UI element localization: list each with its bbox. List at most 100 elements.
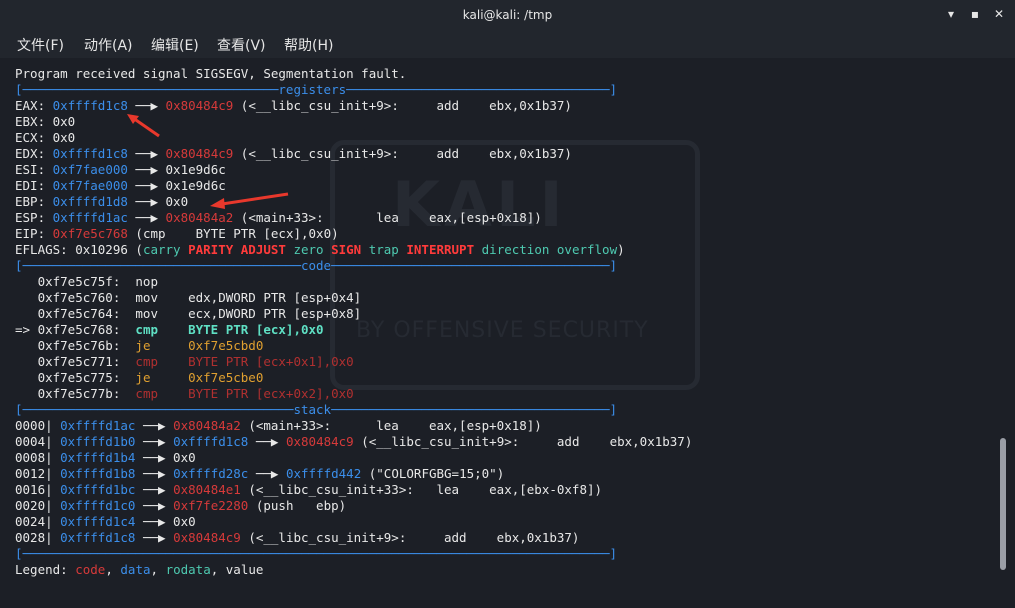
- terminal-line: EBX: 0x0: [15, 114, 75, 130]
- terminal-segment: ──▶: [127, 210, 166, 225]
- terminal-segment: 0xffffd1c8: [52, 146, 128, 161]
- terminal-segment: 0020|: [15, 498, 61, 513]
- terminal-segment: [─────────────────────────────────────co…: [15, 258, 618, 273]
- terminal-scrollbar[interactable]: [1000, 438, 1006, 570]
- terminal-segment: 0xf7e5c77b:: [15, 386, 136, 401]
- terminal-segment: ──▶: [248, 466, 286, 481]
- terminal-segment: code: [75, 562, 106, 577]
- terminal-segment: ──▶: [135, 418, 174, 433]
- menu-view[interactable]: 查看(V): [217, 35, 266, 55]
- terminal-segment: PARITY ADJUST: [188, 242, 294, 257]
- terminal-segment: EFLAGS: 0x10296 (: [15, 242, 143, 257]
- terminal-segment: direction overflow: [481, 242, 618, 257]
- terminal-line: ESP: 0xffffd1ac ──▶ 0x80484a2 (<main+33>…: [15, 210, 542, 226]
- terminal-segment: ──▶ 0x0: [135, 514, 196, 529]
- terminal-line: EDI: 0xf7fae000 ──▶ 0x1e9d6c: [15, 178, 226, 194]
- terminal-segment: (<main+33>: lea eax,[esp+0x18]): [233, 210, 542, 225]
- menu-actions[interactable]: 动作(A): [84, 35, 133, 55]
- terminal-segment: 0x80484c9: [165, 146, 234, 161]
- terminal-segment: ──▶: [135, 466, 174, 481]
- terminal-segment: 0xf7e5c771:: [15, 354, 136, 369]
- terminal-segment: 0xf7e5c75f: nop: [15, 274, 158, 289]
- terminal-line: EBP: 0xffffd1d8 ──▶ 0x0: [15, 194, 188, 210]
- terminal-line: 0xf7e5c764: mov ecx,DWORD PTR [esp+0x8]: [15, 306, 362, 322]
- terminal-segment: (<__libc_csu_init+9>: add ebx,0x1b37): [353, 434, 693, 449]
- terminal-segment: 0xffffd1ac: [52, 210, 128, 225]
- terminal-segment: 0xffffd1c8: [60, 530, 136, 545]
- terminal-segment: ──▶ 0x1e9d6c: [127, 162, 226, 177]
- maximize-icon[interactable]: ▪: [967, 6, 983, 22]
- terminal-segment: 0012|: [15, 466, 61, 481]
- terminal-segment: (<__libc_csu_init+9>: add ebx,0x1b37): [233, 146, 572, 161]
- terminal-segment: rodata: [165, 562, 211, 577]
- terminal-segment: 0xf7e5c764: mov ecx,DWORD PTR [esp+0x8]: [15, 306, 362, 321]
- terminal-segment: data: [120, 562, 151, 577]
- menu-file[interactable]: 文件(F): [17, 35, 64, 55]
- terminal-line: [─────────────────────────────────────co…: [15, 258, 617, 274]
- terminal-segment: zero: [293, 242, 332, 257]
- watermark-logo-text: KALI: [392, 168, 567, 241]
- terminal-segment: => 0xf7e5c768:: [15, 322, 136, 337]
- terminal-segment: 0xf7fae000: [52, 178, 128, 193]
- terminal-segment: cmp BYTE PTR [ecx],0x0: [135, 322, 324, 337]
- terminal-line: 0xf7e5c775: je 0xf7e5cbe0: [15, 370, 264, 386]
- window-title: kali@kali: /tmp: [462, 8, 553, 22]
- menu-edit[interactable]: 编辑(E): [151, 35, 199, 55]
- terminal-segment: ("COLORFGBG=15;0"): [361, 466, 505, 481]
- terminal-segment: 0000|: [15, 418, 61, 433]
- terminal-segment: 0x80484c9: [165, 98, 234, 113]
- terminal-segment: (cmp BYTE PTR [ecx],0x0): [127, 226, 339, 241]
- terminal-line: EAX: 0xffffd1c8 ──▶ 0x80484c9 (<__libc_c…: [15, 98, 572, 114]
- terminal-line: 0xf7e5c76b: je 0xf7e5cbd0: [15, 338, 264, 354]
- terminal-segment: ──▶: [135, 434, 174, 449]
- terminal-segment: (<__libc_csu_init+9>: add ebx,0x1b37): [233, 98, 572, 113]
- terminal-segment: 0x80484a2: [165, 210, 234, 225]
- terminal-segment: 0008|: [15, 450, 61, 465]
- terminal-segment: Legend:: [15, 562, 76, 577]
- minimize-icon[interactable]: ▾: [943, 6, 959, 22]
- menu-bar: 文件(F) 动作(A) 编辑(E) 查看(V) 帮助(H): [0, 30, 1015, 58]
- terminal-segment: ──▶ 0x0: [135, 450, 196, 465]
- terminal-line: => 0xf7e5c768: cmp BYTE PTR [ecx],0x0: [15, 322, 324, 338]
- terminal-line: 0012| 0xffffd1b8 ──▶ 0xffffd28c ──▶ 0xff…: [15, 466, 504, 482]
- terminal-line: 0020| 0xffffd1c0 ──▶ 0xf7fe2280 (push eb…: [15, 498, 346, 514]
- terminal-segment: ,: [105, 562, 121, 577]
- terminal-segment: (<main+33>: lea eax,[esp+0x18]): [240, 418, 542, 433]
- terminal-segment: 0xffffd1c8: [52, 98, 128, 113]
- terminal-segment: (<__libc_csu_init+33>: lea eax,[ebx-0xf8…: [240, 482, 603, 497]
- terminal-segment: 0x80484a2: [173, 418, 241, 433]
- terminal-segment: (<__libc_csu_init+9>: add ebx,0x1b37): [240, 530, 580, 545]
- terminal-segment: 0xf7fae000: [52, 162, 128, 177]
- window-titlebar: kali@kali: /tmp ▾ ▪ ✕: [0, 0, 1015, 30]
- terminal-segment: ──▶: [135, 530, 174, 545]
- terminal-segment: cmp BYTE PTR [ecx+0x2],0x0: [135, 386, 354, 401]
- terminal-segment: ──▶: [127, 146, 166, 161]
- terminal-line: 0028| 0xffffd1c8 ──▶ 0x80484c9 (<__libc_…: [15, 530, 579, 546]
- terminal-line: Legend: code, data, rodata, value: [15, 562, 263, 578]
- terminal-segment: [───────────────────────────────────────…: [15, 546, 618, 561]
- terminal-segment: ,: [150, 562, 166, 577]
- terminal-segment: [────────────────────────────────────sta…: [15, 402, 618, 417]
- terminal-segment: 0xf7e5c760: mov edx,DWORD PTR [esp+0x4]: [15, 290, 362, 305]
- menu-help[interactable]: 帮助(H): [284, 35, 333, 55]
- terminal-line: ECX: 0x0: [15, 130, 75, 146]
- terminal-segment: 0x80484e1: [173, 482, 241, 497]
- close-icon[interactable]: ✕: [991, 6, 1007, 22]
- terminal-segment: 0xffffd1b8: [60, 466, 136, 481]
- terminal-segment: ──▶: [127, 98, 166, 113]
- terminal-line: 0xf7e5c75f: nop: [15, 274, 158, 290]
- terminal-segment: ESP:: [15, 210, 53, 225]
- terminal-segment: 0xffffd28c: [173, 466, 249, 481]
- terminal-segment: Program received signal SIGSEGV, Segment…: [15, 66, 407, 81]
- terminal-line: Program received signal SIGSEGV, Segment…: [15, 66, 406, 82]
- terminal-segment: 0xffffd1c4: [60, 514, 136, 529]
- terminal-line: 0xf7e5c77b: cmp BYTE PTR [ecx+0x2],0x0: [15, 386, 354, 402]
- red-arrow-ebp: [210, 192, 289, 209]
- terminal-segment: 0004|: [15, 434, 61, 449]
- terminal-line: 0024| 0xffffd1c4 ──▶ 0x0: [15, 514, 196, 530]
- terminal-segment: EDI:: [15, 178, 53, 193]
- terminal-line: [──────────────────────────────────regis…: [15, 82, 617, 98]
- terminal-line: EFLAGS: 0x10296 (carry PARITY ADJUST zer…: [15, 242, 625, 258]
- terminal-line: 0000| 0xffffd1ac ──▶ 0x80484a2 (<main+33…: [15, 418, 542, 434]
- terminal-line: 0xf7e5c771: cmp BYTE PTR [ecx+0x1],0x0: [15, 354, 354, 370]
